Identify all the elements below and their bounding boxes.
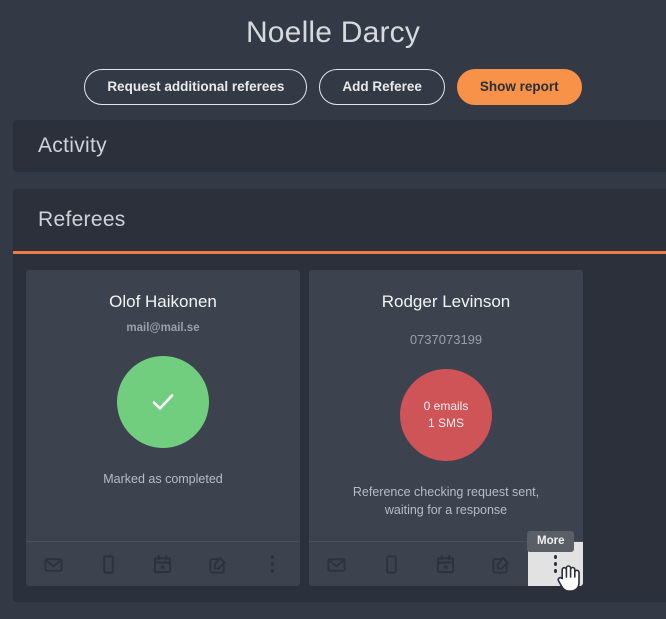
referee-phone: 0737073199: [409, 332, 483, 347]
referee-name: Olof Haikonen: [109, 292, 217, 311]
send-sms-button[interactable]: [364, 542, 419, 586]
edit-icon: [490, 554, 511, 575]
page-title: Noelle Darcy: [245, 16, 421, 49]
header-action-bar: Request additional referees Add Referee …: [0, 69, 666, 105]
referees-panel-header: Referees: [13, 189, 666, 251]
send-email-button[interactable]: [26, 542, 81, 586]
page-header: Noelle Darcy Request additional referees…: [0, 0, 666, 105]
referee-card[interactable]: Olof Haikonen mail@mail.se Marked as com…: [26, 270, 300, 586]
email-count-label: 0 emails: [423, 399, 469, 413]
more-vertical-icon: [270, 555, 275, 573]
mobile-phone-icon: [98, 554, 119, 575]
show-report-button[interactable]: Show report: [456, 69, 582, 105]
referee-cards-row: Olof Haikonen mail@mail.se Marked as com…: [13, 254, 666, 586]
request-additional-referees-button[interactable]: Request additional referees: [84, 69, 308, 105]
sms-count-label: 1 SMS: [427, 416, 464, 430]
referees-panel-title: Referees: [38, 208, 126, 231]
schedule-button[interactable]: [136, 542, 191, 586]
mobile-phone-icon: [381, 554, 402, 575]
envelope-icon: [43, 554, 64, 575]
add-referee-button[interactable]: Add Referee: [319, 69, 445, 105]
check-icon: [148, 387, 178, 417]
send-sms-button[interactable]: [81, 542, 136, 586]
referee-status-text: Reference checking request sent, waiting…: [352, 485, 540, 517]
edit-button[interactable]: [190, 542, 245, 586]
send-email-button[interactable]: [309, 542, 364, 586]
referee-card[interactable]: Rodger Levinson 0737073199 0 emails 1 SM…: [309, 270, 583, 586]
referees-panel: Referees Olof Haikonen mail@mail.se Mark…: [13, 189, 666, 602]
referee-card-actions: [309, 541, 583, 586]
referee-status-circle: [117, 356, 209, 448]
referee-card-body: Rodger Levinson 0737073199 0 emails 1 SM…: [309, 270, 583, 541]
referee-status-text: Marked as completed: [103, 472, 223, 486]
referee-name: Rodger Levinson: [381, 292, 511, 311]
more-vertical-icon: [553, 555, 558, 573]
referee-card-actions: [26, 541, 300, 586]
more-button[interactable]: [245, 542, 300, 586]
activity-panel-title: Activity: [38, 134, 107, 157]
activity-panel[interactable]: Activity: [13, 120, 666, 172]
referee-status-circle: 0 emails 1 SMS: [400, 369, 492, 461]
calendar-icon: [152, 554, 173, 575]
referee-card-body: Olof Haikonen mail@mail.se Marked as com…: [26, 270, 300, 541]
calendar-icon: [435, 554, 456, 575]
referee-email: mail@mail.se: [126, 322, 200, 334]
envelope-icon: [326, 554, 347, 575]
schedule-button[interactable]: [419, 542, 474, 586]
edit-button[interactable]: [473, 542, 528, 586]
more-button[interactable]: [528, 542, 583, 586]
edit-icon: [207, 554, 228, 575]
